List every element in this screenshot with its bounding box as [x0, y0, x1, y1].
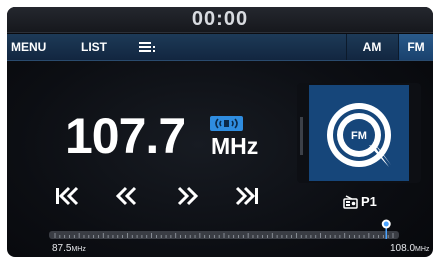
fm-band-button[interactable]: FM [399, 34, 433, 60]
frequency-value: 107.7 [65, 108, 186, 164]
station-logo-text: FM [351, 130, 367, 142]
preset-indicator: P1 [343, 194, 403, 210]
menu-bar: MENU LIST AM FM [7, 34, 433, 61]
tuner-min-label: 87.5MHz [52, 243, 86, 254]
seek-forward-icon[interactable] [175, 185, 201, 207]
list-options-button[interactable] [137, 34, 159, 60]
menu-button[interactable]: MENU [11, 34, 46, 60]
tuner-max-label: 108.0MHz [390, 243, 430, 254]
station-logo: FM [327, 103, 391, 167]
frequency-unit: MHz [211, 133, 259, 159]
skip-back-icon[interactable] [53, 185, 79, 207]
radio-screen: 00:00 MENU LIST AM FM 107.7 MHz FM P1 87… [7, 7, 433, 257]
preset-label: P1 [361, 194, 377, 209]
status-bar: 00:00 [7, 7, 433, 33]
station-artwork: FM [297, 83, 421, 183]
hd-radio-icon [210, 116, 243, 131]
skip-forward-icon[interactable] [235, 185, 261, 207]
clock: 00:00 [191, 8, 249, 30]
menu-divider [346, 34, 347, 60]
frequency-tuner[interactable] [49, 219, 399, 241]
seek-back-icon[interactable] [113, 185, 139, 207]
list-button[interactable]: LIST [81, 34, 107, 60]
list-options-icon [139, 42, 155, 52]
station-logo-panel: FM [309, 85, 409, 181]
am-band-button[interactable]: AM [357, 34, 387, 60]
artwork-edge [300, 117, 303, 155]
radio-preset-icon [343, 195, 358, 209]
